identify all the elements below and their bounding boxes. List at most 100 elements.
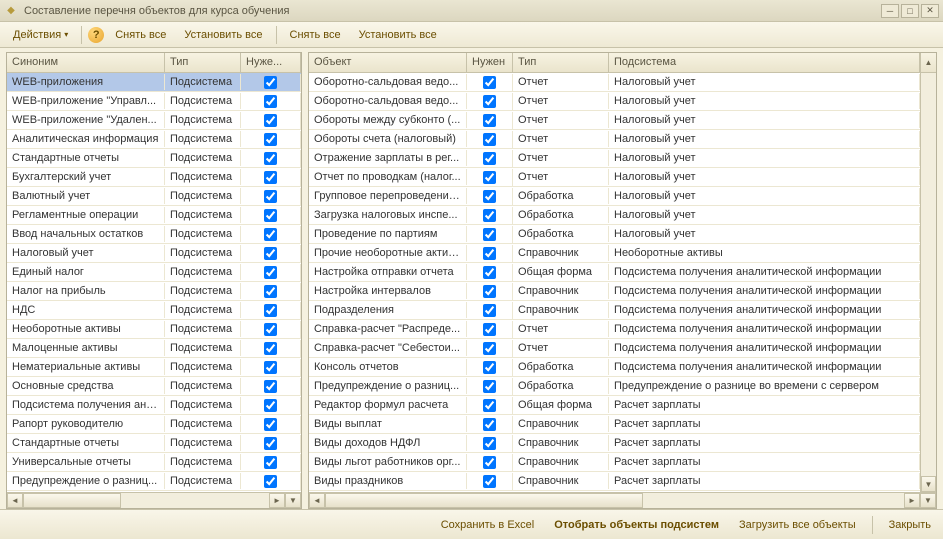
- col-synonym[interactable]: Синоним: [7, 53, 165, 72]
- table-row[interactable]: Налоговый учетПодсистема: [7, 244, 301, 263]
- needed-checkbox[interactable]: [483, 380, 496, 393]
- table-row[interactable]: Виды праздниковСправочникРасчет зарплаты: [309, 472, 920, 491]
- table-row[interactable]: Оборотно-сальдовая ведо...ОтчетНалоговый…: [309, 73, 920, 92]
- left-clear-all-button[interactable]: Снять все: [108, 26, 173, 44]
- table-row[interactable]: Загрузка налоговых инспе...ОбработкаНало…: [309, 206, 920, 225]
- needed-checkbox[interactable]: [483, 247, 496, 260]
- table-row[interactable]: Групповое перепроведение...ОбработкаНало…: [309, 187, 920, 206]
- needed-checkbox[interactable]: [264, 95, 277, 108]
- table-row[interactable]: Виды доходов НДФЛСправочникРасчет зарпла…: [309, 434, 920, 453]
- table-row[interactable]: Аналитическая информацияПодсистема: [7, 130, 301, 149]
- needed-checkbox[interactable]: [264, 114, 277, 127]
- needed-checkbox[interactable]: [264, 437, 277, 450]
- table-row[interactable]: Универсальные отчетыПодсистема: [7, 453, 301, 472]
- needed-checkbox[interactable]: [264, 285, 277, 298]
- left-grid-body[interactable]: WEB-приложенияПодсистемаWEB-приложение "…: [7, 73, 301, 492]
- table-row[interactable]: Малоценные активыПодсистема: [7, 339, 301, 358]
- col-type[interactable]: Тип: [165, 53, 241, 72]
- table-row[interactable]: Валютный учетПодсистема: [7, 187, 301, 206]
- table-row[interactable]: Редактор формул расчетаОбщая формаРасчет…: [309, 396, 920, 415]
- needed-checkbox[interactable]: [264, 323, 277, 336]
- right-grid-body[interactable]: Оборотно-сальдовая ведо...ОтчетНалоговый…: [309, 73, 920, 492]
- col-object[interactable]: Объект: [309, 53, 467, 72]
- table-row[interactable]: Необоротные активыПодсистема: [7, 320, 301, 339]
- needed-checkbox[interactable]: [483, 171, 496, 184]
- needed-checkbox[interactable]: [264, 209, 277, 222]
- table-row[interactable]: Обороты между субконто (...ОтчетНалоговы…: [309, 111, 920, 130]
- scroll-end-icon[interactable]: ▼: [920, 493, 936, 508]
- needed-checkbox[interactable]: [483, 133, 496, 146]
- table-row[interactable]: Бухгалтерский учетПодсистема: [7, 168, 301, 187]
- save-excel-button[interactable]: Сохранить в Excel: [437, 516, 539, 534]
- table-row[interactable]: Оборотно-сальдовая ведо...ОтчетНалоговый…: [309, 92, 920, 111]
- needed-checkbox[interactable]: [483, 475, 496, 488]
- scroll-right-icon[interactable]: ►: [269, 493, 285, 508]
- table-row[interactable]: Налог на прибыльПодсистема: [7, 282, 301, 301]
- table-row[interactable]: WEB-приложенияПодсистема: [7, 73, 301, 92]
- needed-checkbox[interactable]: [483, 418, 496, 431]
- needed-checkbox[interactable]: [483, 228, 496, 241]
- needed-checkbox[interactable]: [483, 456, 496, 469]
- scroll-up-icon[interactable]: ▲: [920, 53, 936, 72]
- table-row[interactable]: WEB-приложение "Удален...Подсистема: [7, 111, 301, 130]
- right-set-all-button[interactable]: Установить все: [352, 26, 444, 44]
- close-footer-button[interactable]: Закрыть: [885, 516, 935, 534]
- close-button[interactable]: ✕: [921, 4, 939, 18]
- scroll-right-icon[interactable]: ►: [904, 493, 920, 508]
- needed-checkbox[interactable]: [264, 266, 277, 279]
- table-row[interactable]: Проведение по партиямОбработкаНалоговый …: [309, 225, 920, 244]
- table-row[interactable]: Консоль отчетовОбработкаПодсистема получ…: [309, 358, 920, 377]
- table-row[interactable]: Единый налогПодсистема: [7, 263, 301, 282]
- table-row[interactable]: Регламентные операцииПодсистема: [7, 206, 301, 225]
- scroll-left-icon[interactable]: ◄: [309, 493, 325, 508]
- right-clear-all-button[interactable]: Снять все: [283, 26, 348, 44]
- needed-checkbox[interactable]: [264, 304, 277, 317]
- needed-checkbox[interactable]: [483, 266, 496, 279]
- needed-checkbox[interactable]: [483, 361, 496, 374]
- right-h-scrollbar[interactable]: ◄ ► ▼: [309, 492, 936, 508]
- right-v-scrollbar[interactable]: ▼: [920, 73, 936, 492]
- table-row[interactable]: Рапорт руководителюПодсистема: [7, 415, 301, 434]
- needed-checkbox[interactable]: [264, 380, 277, 393]
- table-row[interactable]: Стандартные отчетыПодсистема: [7, 149, 301, 168]
- table-row[interactable]: Предупреждение о разниц...ОбработкаПреду…: [309, 377, 920, 396]
- table-row[interactable]: Ввод начальных остатковПодсистема: [7, 225, 301, 244]
- load-all-button[interactable]: Загрузить все объекты: [735, 516, 860, 534]
- needed-checkbox[interactable]: [264, 152, 277, 165]
- needed-checkbox[interactable]: [264, 418, 277, 431]
- needed-checkbox[interactable]: [483, 399, 496, 412]
- table-row[interactable]: Отчет по проводкам (налог...ОтчетНалогов…: [309, 168, 920, 187]
- needed-checkbox[interactable]: [483, 152, 496, 165]
- needed-checkbox[interactable]: [264, 361, 277, 374]
- table-row[interactable]: ПодразделенияСправочникПодсистема получе…: [309, 301, 920, 320]
- needed-checkbox[interactable]: [483, 76, 496, 89]
- table-row[interactable]: Виды льгот работников орг...СправочникРа…: [309, 453, 920, 472]
- table-row[interactable]: Стандартные отчетыПодсистема: [7, 434, 301, 453]
- table-row[interactable]: Обороты счета (налоговый)ОтчетНалоговый …: [309, 130, 920, 149]
- actions-menu[interactable]: Действия ▾: [6, 26, 75, 44]
- needed-checkbox[interactable]: [483, 437, 496, 450]
- scroll-left-icon[interactable]: ◄: [7, 493, 23, 508]
- table-row[interactable]: Справка-расчет "Себестои...ОтчетПодсисте…: [309, 339, 920, 358]
- needed-checkbox[interactable]: [483, 114, 496, 127]
- col-needed[interactable]: Нужен: [467, 53, 513, 72]
- needed-checkbox[interactable]: [483, 304, 496, 317]
- col-needed[interactable]: Нуже...: [241, 53, 301, 72]
- needed-checkbox[interactable]: [483, 209, 496, 222]
- select-objects-button[interactable]: Отобрать объекты подсистем: [550, 516, 723, 534]
- needed-checkbox[interactable]: [264, 171, 277, 184]
- table-row[interactable]: WEB-приложение "Управл...Подсистема: [7, 92, 301, 111]
- table-row[interactable]: Прочие необоротные активыСправочникНеобо…: [309, 244, 920, 263]
- needed-checkbox[interactable]: [264, 228, 277, 241]
- needed-checkbox[interactable]: [264, 456, 277, 469]
- needed-checkbox[interactable]: [264, 399, 277, 412]
- table-row[interactable]: Отражение зарплаты в рег...ОтчетНалоговы…: [309, 149, 920, 168]
- needed-checkbox[interactable]: [483, 95, 496, 108]
- left-set-all-button[interactable]: Установить все: [177, 26, 269, 44]
- maximize-button[interactable]: □: [901, 4, 919, 18]
- left-h-scrollbar[interactable]: ◄ ► ▼: [7, 492, 301, 508]
- table-row[interactable]: Подсистема получения ана...Подсистема: [7, 396, 301, 415]
- needed-checkbox[interactable]: [264, 247, 277, 260]
- scroll-end-icon[interactable]: ▼: [285, 493, 301, 508]
- table-row[interactable]: Настройка отправки отчетаОбщая формаПодс…: [309, 263, 920, 282]
